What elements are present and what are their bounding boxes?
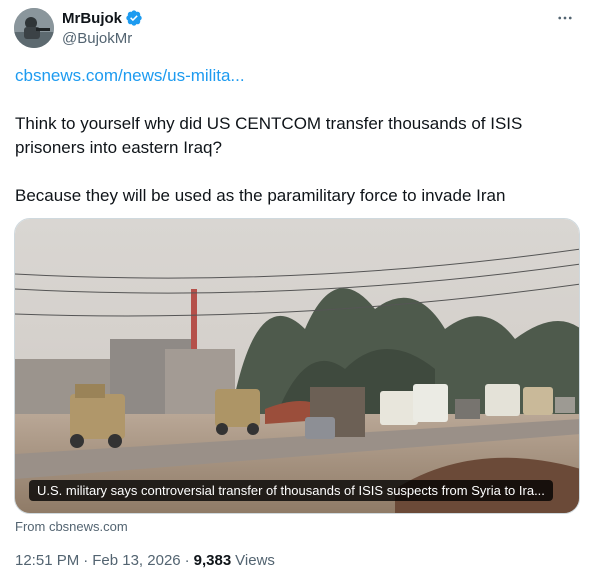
tweet-paragraph-2: Because they will be used as the paramil… [15,186,506,205]
preview-image [15,219,579,513]
card-caption: U.S. military says controversial transfe… [29,480,553,501]
article-link[interactable]: cbsnews.com/news/us-milita... [15,64,575,88]
verified-badge-icon [125,9,143,27]
timestamp-date[interactable]: Feb 13, 2026 [92,552,180,569]
timestamp-time[interactable]: 12:51 PM [15,552,79,569]
separator: · [184,552,190,569]
handle[interactable]: @BujokMr [62,30,132,47]
tweet-paragraph-1: Think to yourself why did US CENTCOM tra… [15,114,523,157]
tweet-meta: 12:51 PM · Feb 13, 2026 · 9,383 Views [15,552,275,569]
card-source[interactable]: From cbsnews.com [15,519,128,534]
tweet: MrBujok @BujokMr cbsnews.com/news/us-mil… [0,0,591,585]
link-preview-card[interactable]: U.S. military says controversial transfe… [14,218,580,514]
tweet-text: cbsnews.com/news/us-milita... Think to y… [15,64,575,208]
display-name[interactable]: MrBujok [62,10,122,27]
name-row: MrBujok [62,9,143,27]
views-label: Views [235,552,275,569]
avatar[interactable] [14,8,54,48]
views-count: 9,383 [193,552,232,569]
more-horizontal-icon[interactable] [553,8,577,28]
separator: · [83,552,89,569]
